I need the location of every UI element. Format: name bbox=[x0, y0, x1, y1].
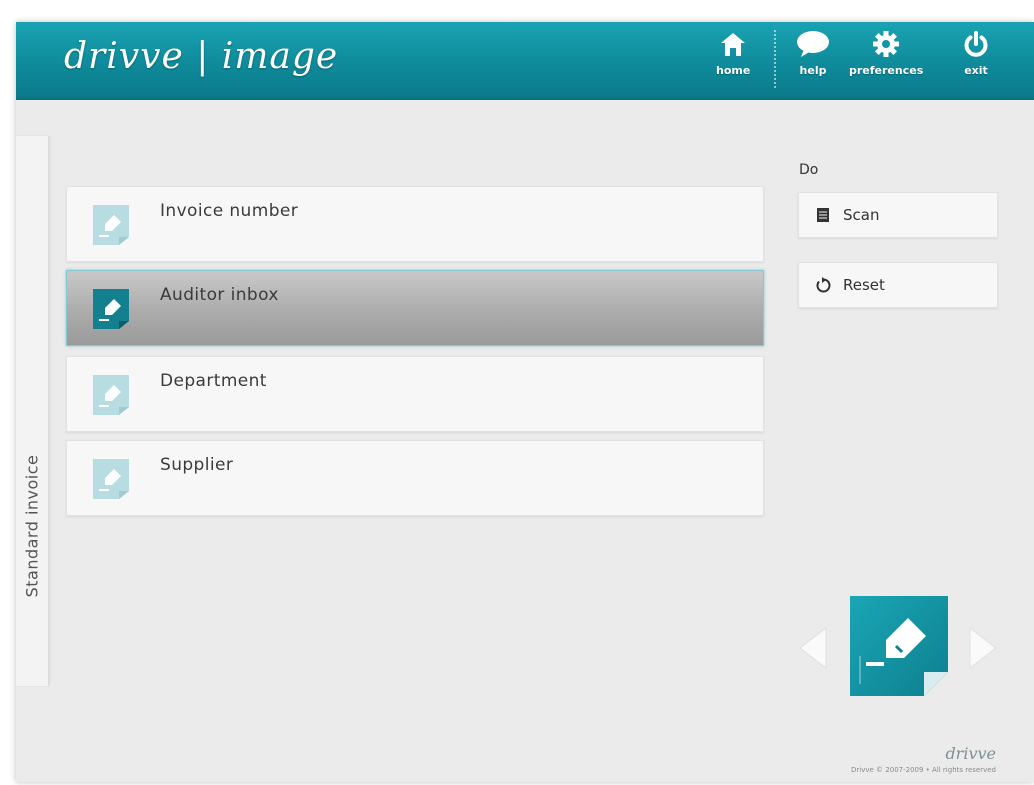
scan-label: Scan bbox=[843, 206, 880, 224]
document-pen-icon bbox=[93, 205, 129, 245]
scan-button[interactable]: Scan bbox=[798, 192, 998, 238]
field-supplier[interactable]: Supplier bbox=[66, 440, 764, 516]
document-pen-icon bbox=[93, 375, 129, 415]
exit-label: exit bbox=[964, 64, 988, 77]
reset-button[interactable]: Reset bbox=[798, 262, 998, 308]
nav-divider bbox=[774, 30, 776, 88]
document-pen-icon bbox=[93, 289, 129, 329]
reset-label: Reset bbox=[843, 276, 885, 294]
app-window: drivve | image home help preferences exi… bbox=[16, 22, 1034, 782]
home-label: home bbox=[716, 64, 751, 77]
home-button[interactable]: home bbox=[716, 30, 750, 92]
field-auditor-inbox[interactable]: Auditor inbox bbox=[66, 270, 764, 346]
field-label: Auditor inbox bbox=[160, 285, 279, 305]
field-department[interactable]: Department bbox=[66, 356, 764, 432]
field-invoice-number[interactable]: Invoice number bbox=[66, 186, 764, 262]
copyright-text: Drivve © 2007-2009 • All rights reserved bbox=[851, 766, 996, 774]
footer-brand-logo: drivve bbox=[886, 744, 996, 763]
home-icon bbox=[721, 33, 746, 56]
scanner-icon bbox=[817, 208, 829, 222]
app-logo: drivve | image bbox=[64, 36, 339, 77]
side-tab-label: Standard invoice bbox=[22, 454, 42, 598]
power-icon bbox=[964, 31, 988, 57]
help-button[interactable]: help bbox=[796, 30, 830, 92]
preferences-button[interactable]: preferences bbox=[849, 30, 923, 92]
footer-brand-text: drivve bbox=[945, 744, 996, 763]
help-label: help bbox=[799, 64, 827, 77]
preferences-label: preferences bbox=[849, 64, 924, 77]
actions-heading: Do bbox=[799, 162, 819, 178]
side-tab-standard-invoice[interactable]: Standard invoice bbox=[16, 136, 49, 686]
gear-icon bbox=[873, 31, 900, 57]
field-label: Department bbox=[160, 371, 267, 391]
document-pen-icon bbox=[93, 459, 129, 499]
field-label: Invoice number bbox=[160, 201, 299, 221]
field-label: Supplier bbox=[160, 455, 234, 475]
document-pen-icon bbox=[850, 596, 948, 696]
chevron-left-icon[interactable] bbox=[798, 626, 828, 670]
speech-bubble-icon bbox=[797, 31, 829, 57]
app-header: drivve | image home help preferences exi… bbox=[16, 22, 1034, 100]
chevron-right-icon[interactable] bbox=[968, 626, 998, 670]
exit-button[interactable]: exit bbox=[962, 30, 990, 92]
reset-icon bbox=[816, 277, 831, 293]
